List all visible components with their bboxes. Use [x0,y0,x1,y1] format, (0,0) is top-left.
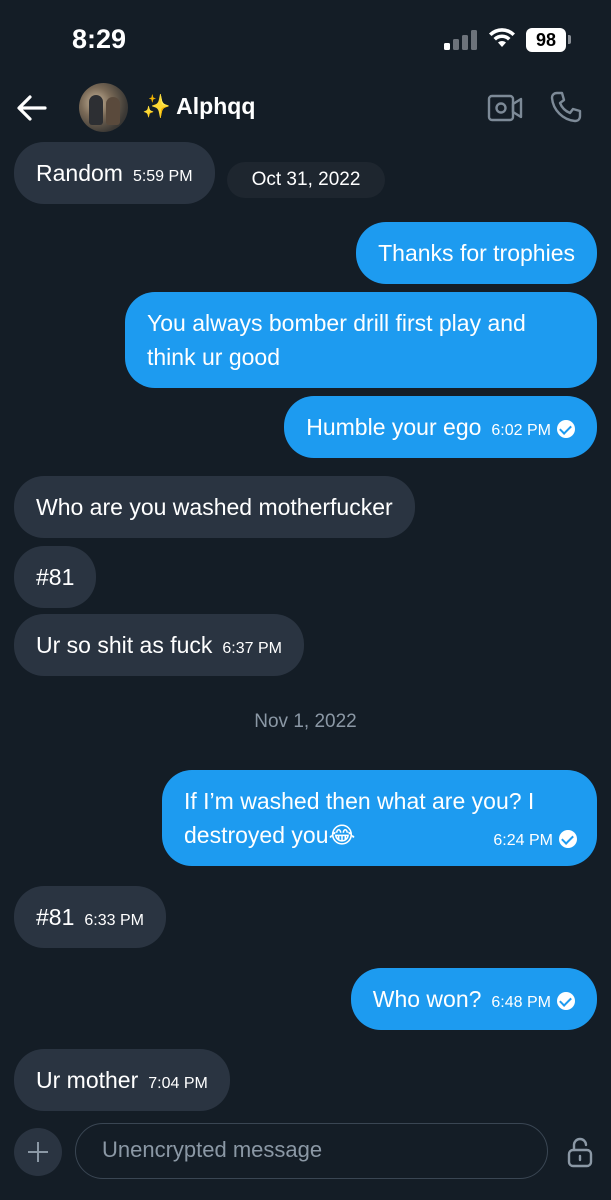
message-composer[interactable] [75,1123,548,1179]
message-incoming[interactable]: Ur mother 7:04 PM [14,1049,230,1111]
message-text: Humble your ego [306,414,482,440]
unlock-icon[interactable] [566,1136,594,1168]
message-time: 6:02 PM [491,422,551,439]
read-receipt-icon [557,420,575,438]
message-text: Who won? [372,986,482,1012]
message-outgoing[interactable]: Who won? 6:48 PM [350,968,597,1030]
battery-indicator: 98 [526,28,566,52]
read-receipt-icon [559,830,577,848]
message-outgoing[interactable]: Humble your ego 6:02 PM [284,396,597,458]
message-incoming[interactable]: #81 [14,546,97,608]
message-time: 7:04 PM [148,1075,208,1092]
message-outgoing[interactable]: If I’m washed then what are you? I destr… [162,770,597,866]
message-text: Ur mother [36,1067,139,1093]
back-arrow-icon[interactable] [14,90,50,126]
video-call-icon[interactable] [487,92,523,124]
message-input[interactable] [100,1136,524,1164]
message-text: You always bomber drill first play and t… [147,310,526,370]
message-incoming[interactable]: Who are you washed motherfucker [14,476,415,538]
read-receipt-icon [557,992,575,1010]
message-incoming[interactable]: Ur so shit as fuck 6:37 PM [14,614,304,676]
battery-tip [568,35,571,44]
message-text: Who are you washed motherfucker [36,494,393,520]
message-time: 5:59 PM [132,168,193,185]
message-time: 6:48 PM [491,994,551,1011]
message-text: #81 [36,904,75,930]
date-pill: Oct 31, 2022 [227,162,385,198]
add-attachment-button[interactable] [14,1128,62,1176]
status-time: 8:29 [72,24,127,54]
phone-call-icon[interactable] [549,90,583,124]
contact-name[interactable]: ✨ Alphqq [142,93,255,120]
message-text: Thanks for trophies [378,240,575,266]
message-text: Random [36,160,123,186]
message-time: 6:24 PM [493,832,553,849]
message-text: If I’m washed then what are you? I destr… [184,788,535,848]
message-incoming[interactable]: Random 5:59 PM [14,142,215,204]
wifi-icon [489,28,515,47]
message-text: Ur so shit as fuck [36,632,213,658]
message-text: #81 [36,564,75,590]
message-time: 6:37 PM [222,640,282,657]
message-outgoing[interactable]: Thanks for trophies [356,222,597,284]
contact-avatar[interactable] [79,83,128,132]
cellular-signal-icon [444,30,478,50]
message-time: 6:33 PM [84,912,144,929]
date-separator: Nov 1, 2022 [254,711,357,732]
message-incoming[interactable]: #81 6:33 PM [14,886,166,948]
message-outgoing[interactable]: You always bomber drill first play and t… [125,292,597,388]
